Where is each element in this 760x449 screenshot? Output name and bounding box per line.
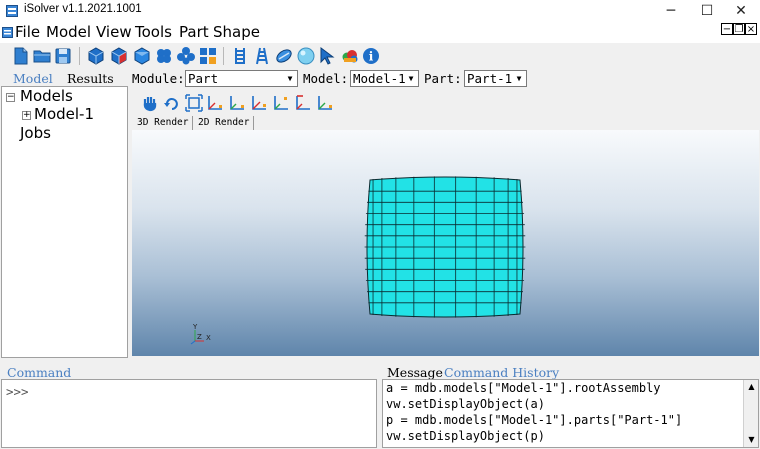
close-button[interactable]: ✕ xyxy=(724,0,758,22)
part-label: Part: xyxy=(424,71,462,86)
view-back-icon[interactable] xyxy=(228,94,246,112)
menu-tools[interactable]: Tools xyxy=(135,23,172,41)
clover-icon[interactable] xyxy=(154,46,174,66)
ladder-icon[interactable] xyxy=(230,46,250,66)
info-icon[interactable]: i xyxy=(361,46,381,66)
tree-item-models[interactable]: Models xyxy=(20,87,73,105)
toolbar-separator xyxy=(79,47,80,65)
tab-results[interactable]: Results xyxy=(67,71,114,86)
menu-view[interactable]: View xyxy=(96,23,132,41)
triad-x-label: X xyxy=(206,334,211,342)
message-scrollbar[interactable]: ▲ ▼ xyxy=(743,380,758,447)
module-select-value: Part xyxy=(188,71,219,86)
message-line: vw.setDisplayObject(p) xyxy=(386,429,545,443)
module-select[interactable]: Part ▼ xyxy=(185,70,298,87)
command-input-area[interactable]: >>> xyxy=(1,379,377,448)
sphere-icon[interactable] xyxy=(296,46,316,66)
cloud-icon[interactable] xyxy=(340,46,360,66)
open-folder-icon[interactable] xyxy=(32,46,52,66)
mdi-close-button[interactable]: × xyxy=(745,23,757,35)
new-file-icon[interactable] xyxy=(11,46,31,66)
menu-file[interactable]: File xyxy=(15,23,40,41)
scroll-up-icon[interactable]: ▲ xyxy=(746,381,757,392)
mdi-minimize-button[interactable]: − xyxy=(721,23,733,35)
tab-model[interactable]: Model xyxy=(13,71,53,86)
tree-expand-toggle[interactable]: − xyxy=(6,93,15,102)
info-glyph: i xyxy=(369,50,374,64)
view-left-icon[interactable] xyxy=(294,94,312,112)
menu-shape[interactable]: Shape xyxy=(213,23,260,41)
message-line: vw.setDisplayObject(a) xyxy=(386,397,545,411)
cube-icon[interactable] xyxy=(86,46,106,66)
chevron-down-icon: ▼ xyxy=(408,74,414,83)
app-logo-icon xyxy=(6,5,18,17)
cursor-icon[interactable] xyxy=(318,46,338,66)
message-line: a = mdb.models["Model-1"].rootAssembly xyxy=(386,381,661,395)
tab-2d-render[interactable]: 2D Render xyxy=(194,116,255,130)
pan-hand-icon[interactable] xyxy=(141,94,159,112)
axis-triad: Y Z X xyxy=(190,323,211,345)
viewport-canvas: Y Z X xyxy=(190,176,526,345)
bolt-icon[interactable] xyxy=(274,46,294,66)
ladder-alt-icon[interactable] xyxy=(252,46,272,66)
tab-command-history[interactable]: Command History xyxy=(444,365,559,380)
main-toolbar: i xyxy=(0,43,760,70)
chevron-down-icon: ▼ xyxy=(516,74,522,83)
tab-message[interactable]: Message xyxy=(387,365,443,380)
command-prompt: >>> xyxy=(6,384,29,399)
window-title: iSolver v1.1.2021.1001 xyxy=(24,3,142,15)
app-window: iSolver v1.1.2021.1001 ─ ☐ ✕ File Model … xyxy=(0,0,760,449)
triad-z-label: Z xyxy=(197,333,202,341)
minimize-button[interactable]: ─ xyxy=(654,0,688,22)
menu-part[interactable]: Part xyxy=(179,23,209,41)
maximize-button[interactable]: ☐ xyxy=(690,0,724,22)
rotate-icon[interactable] xyxy=(163,94,181,112)
tab-3d-render[interactable]: 3D Render xyxy=(133,116,194,130)
title-bar: iSolver v1.1.2021.1001 ─ ☐ ✕ xyxy=(0,0,760,22)
menu-model[interactable]: Model xyxy=(46,23,91,41)
cube-blue-icon[interactable] xyxy=(132,46,152,66)
part-select-value: Part-1 xyxy=(467,71,513,86)
module-label: Module: xyxy=(132,71,185,86)
triad-y-label: Y xyxy=(192,323,198,331)
mesh-grid-icon[interactable] xyxy=(198,46,218,66)
model-select-value: Model-1 xyxy=(353,71,406,86)
toolbar-separator xyxy=(223,47,224,65)
clover-alt-icon[interactable] xyxy=(176,46,196,66)
part-select[interactable]: Part-1 ▼ xyxy=(464,70,527,87)
model-label: Model: xyxy=(303,71,349,86)
mdi-restore-button[interactable]: ❐ xyxy=(733,23,745,35)
tree-item-model-1[interactable]: Model-1 xyxy=(34,105,94,123)
view-iso-icon[interactable] xyxy=(316,94,334,112)
view-top-icon[interactable] xyxy=(250,94,268,112)
command-label: Command xyxy=(7,365,72,380)
model-select[interactable]: Model-1 ▼ xyxy=(350,70,419,87)
fit-view-icon[interactable] xyxy=(185,94,203,112)
tree-item-jobs[interactable]: Jobs xyxy=(20,124,51,142)
scroll-down-icon[interactable]: ▼ xyxy=(746,434,757,445)
tree-expand-toggle[interactable]: + xyxy=(22,111,31,120)
cylinder-mesh xyxy=(364,176,526,318)
cube-red-icon[interactable] xyxy=(109,46,129,66)
chevron-down-icon: ▼ xyxy=(287,74,293,83)
message-line: p = mdb.models["Model-1"].parts["Part-1"… xyxy=(386,413,683,427)
model-tree: − Models + Model-1 Jobs xyxy=(1,86,128,358)
save-icon[interactable] xyxy=(53,46,73,66)
message-log: a = mdb.models["Model-1"].rootAssembly v… xyxy=(382,379,759,448)
view-bottom-icon[interactable] xyxy=(272,94,290,112)
app-menu-icon[interactable] xyxy=(2,27,13,38)
view-front-icon[interactable] xyxy=(206,94,224,112)
3d-viewport[interactable]: Y Z X xyxy=(132,130,759,356)
menu-bar: File Model View Tools Part Shape − ❐ × xyxy=(0,22,760,43)
